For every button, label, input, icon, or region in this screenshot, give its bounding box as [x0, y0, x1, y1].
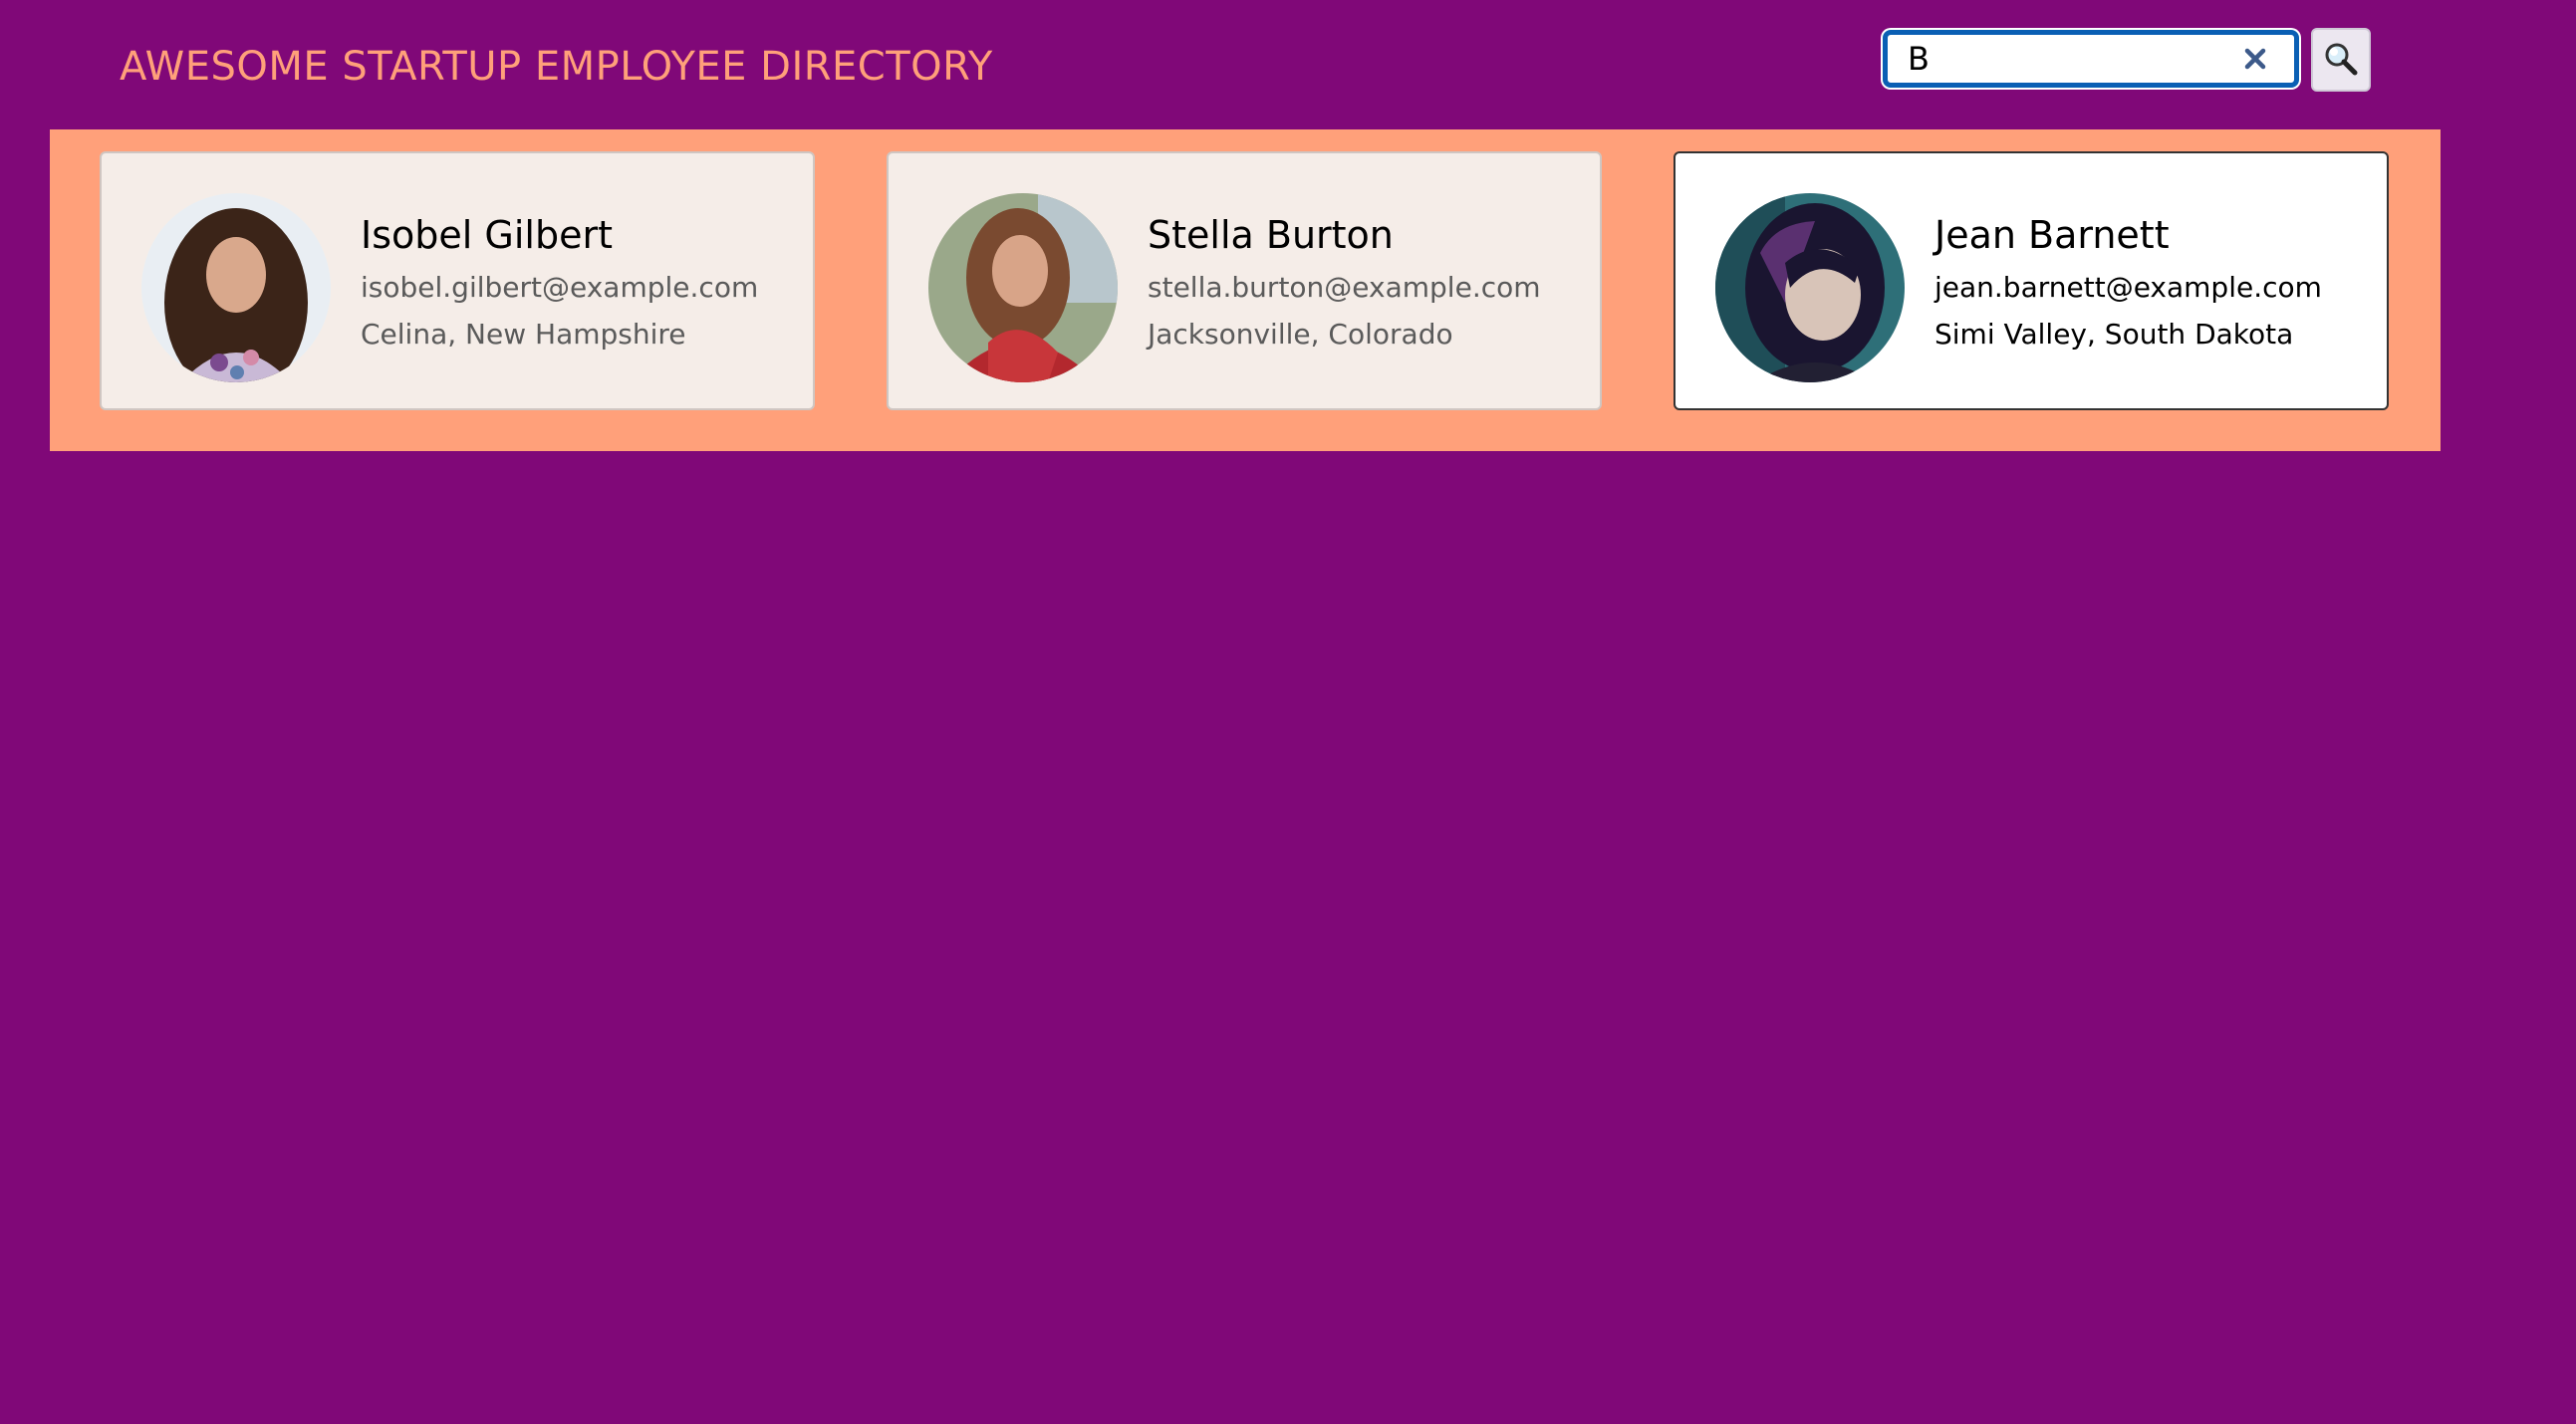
page-header: AWESOME STARTUP EMPLOYEE DIRECTORY — [0, 0, 2576, 129]
employee-location: Simi Valley, South Dakota — [1934, 318, 2294, 351]
employee-email: isobel.gilbert@example.com — [361, 271, 759, 304]
search-icon — [2321, 39, 2361, 82]
close-icon[interactable] — [2240, 44, 2270, 74]
search-input[interactable] — [1908, 39, 2226, 79]
page-title: AWESOME STARTUP EMPLOYEE DIRECTORY — [120, 44, 993, 90]
employee-card[interactable]: Stella Burton stella.burton@example.com … — [887, 151, 1602, 410]
search-button[interactable] — [2311, 28, 2371, 92]
avatar — [1715, 193, 1905, 382]
employee-name: Isobel Gilbert — [361, 213, 613, 257]
employee-location: Celina, New Hampshire — [361, 318, 686, 351]
employee-card[interactable]: Isobel Gilbert isobel.gilbert@example.co… — [100, 151, 815, 410]
employee-email: jean.barnett@example.com — [1934, 271, 2322, 304]
employee-name: Stella Burton — [1148, 213, 1394, 257]
employee-location: Jacksonville, Colorado — [1148, 318, 1453, 351]
avatar — [928, 193, 1118, 382]
employee-email: stella.burton@example.com — [1148, 271, 1541, 304]
search-box — [1883, 30, 2299, 88]
employee-card[interactable]: Jean Barnett jean.barnett@example.com Si… — [1674, 151, 2389, 410]
employee-gallery: Isobel Gilbert isobel.gilbert@example.co… — [50, 129, 2441, 451]
employee-name: Jean Barnett — [1934, 213, 2170, 257]
avatar — [141, 193, 331, 382]
